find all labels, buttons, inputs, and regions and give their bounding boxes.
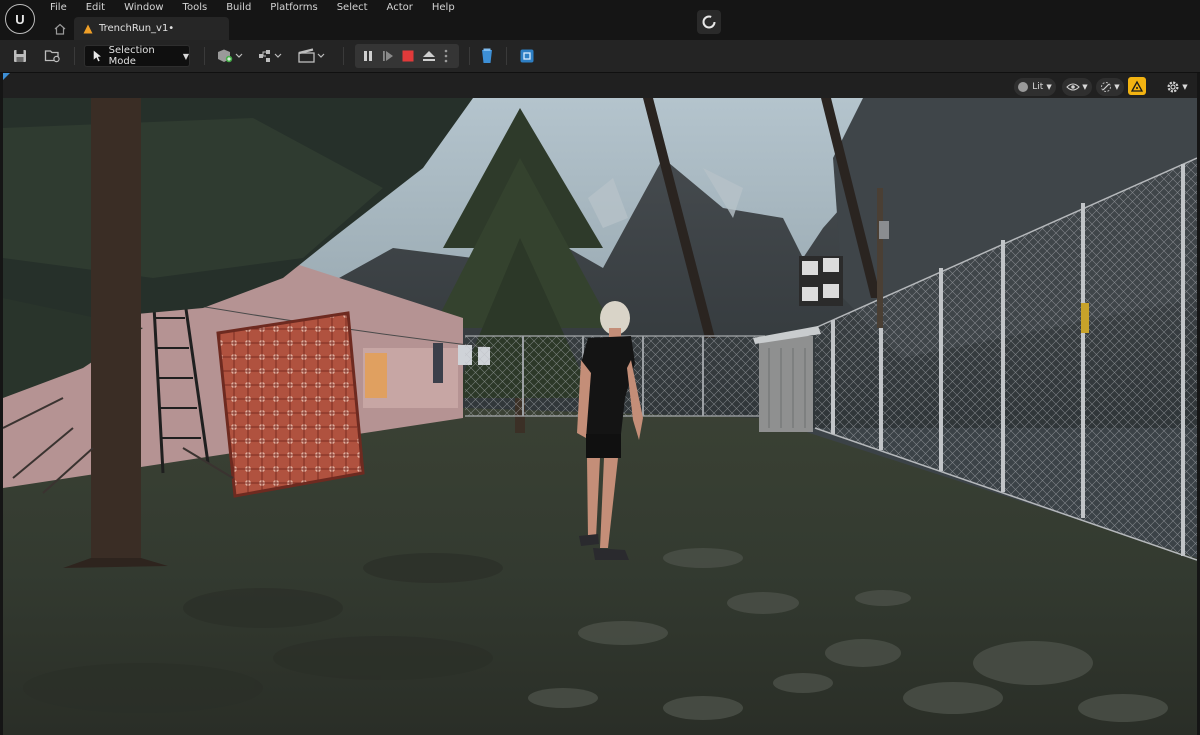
outhouse	[753, 326, 821, 432]
unreal-logo-icon[interactable]: U	[5, 4, 35, 34]
signboard	[799, 256, 843, 306]
menu-tools[interactable]: Tools	[173, 1, 217, 17]
menu-actor[interactable]: Actor	[377, 1, 422, 17]
title-bar: U File Edit Window Tools Build Platforms…	[0, 0, 1200, 40]
toolbar-divider	[506, 47, 507, 65]
pause-icon[interactable]	[358, 44, 378, 68]
menu-file[interactable]: File	[40, 1, 76, 17]
stop-icon[interactable]	[398, 44, 418, 68]
frame-skip-icon[interactable]	[378, 44, 398, 68]
content-browser-icon[interactable]	[42, 45, 64, 67]
eye-icon	[1066, 83, 1081, 91]
menu-select[interactable]: Select	[327, 1, 377, 17]
view-mode-lit-dropdown[interactable]: Lit ▼	[1014, 78, 1056, 96]
toolbar-divider	[204, 47, 205, 65]
main-toolbar: Selection Mode ▼	[0, 40, 1200, 73]
snap-icon	[1101, 82, 1112, 92]
menu-edit[interactable]: Edit	[76, 1, 114, 17]
home-icon[interactable]	[52, 21, 68, 37]
blueprint-icon[interactable]	[258, 45, 286, 67]
view-mode-label: Lit	[1032, 82, 1044, 92]
snap-dropdown[interactable]: ▼	[1096, 78, 1124, 96]
viewport-toolbar: Lit ▼ ▼ ▼ ▼	[0, 73, 1200, 98]
select-cursor-icon	[93, 50, 101, 62]
save-icon[interactable]	[10, 45, 30, 67]
toolbar-divider	[343, 47, 344, 65]
viewport-settings-dropdown[interactable]: ▼	[1162, 78, 1192, 96]
level-tab-title: TrenchRun_v1•	[99, 23, 175, 34]
sphere-icon	[1018, 82, 1029, 92]
platform-icon[interactable]	[478, 45, 496, 67]
menu-platforms[interactable]: Platforms	[260, 1, 326, 17]
level-viewport[interactable]	[3, 98, 1197, 735]
menu-help[interactable]: Help	[422, 1, 464, 17]
project-settings-icon[interactable]	[518, 45, 536, 67]
chevron-down-icon: ▼	[1182, 83, 1188, 91]
toolbar-divider	[469, 47, 470, 65]
menu-build[interactable]: Build	[216, 1, 260, 17]
chevron-down-icon: ▼	[182, 51, 189, 61]
main-menu: File Edit Window Tools Build Platforms S…	[40, 1, 464, 17]
selection-mode-dropdown[interactable]: Selection Mode ▼	[84, 45, 190, 67]
level-tab[interactable]: TrenchRun_v1•	[74, 17, 229, 40]
selection-mode-label: Selection Mode	[108, 45, 155, 67]
add-actor-icon[interactable]	[216, 45, 246, 67]
hanging-rug	[216, 311, 365, 498]
sync-status-icon[interactable]	[697, 10, 721, 34]
play-controls	[355, 44, 459, 68]
level-warning-icon	[83, 24, 93, 33]
show-flags-dropdown[interactable]: ▼	[1062, 78, 1092, 96]
gear-icon	[1167, 81, 1179, 93]
cinematics-icon[interactable]	[298, 45, 328, 67]
toolbar-divider	[74, 47, 75, 65]
chevron-down-icon: ▼	[1114, 83, 1120, 91]
eject-icon[interactable]	[419, 44, 439, 68]
scalability-warning-icon[interactable]	[1128, 77, 1146, 95]
chevron-down-icon: ▼	[1082, 83, 1088, 91]
chevron-down-icon: ▼	[1046, 83, 1052, 91]
more-options-icon[interactable]	[439, 44, 453, 68]
viewport-options-icon[interactable]	[3, 73, 11, 81]
menu-window[interactable]: Window	[114, 1, 172, 17]
